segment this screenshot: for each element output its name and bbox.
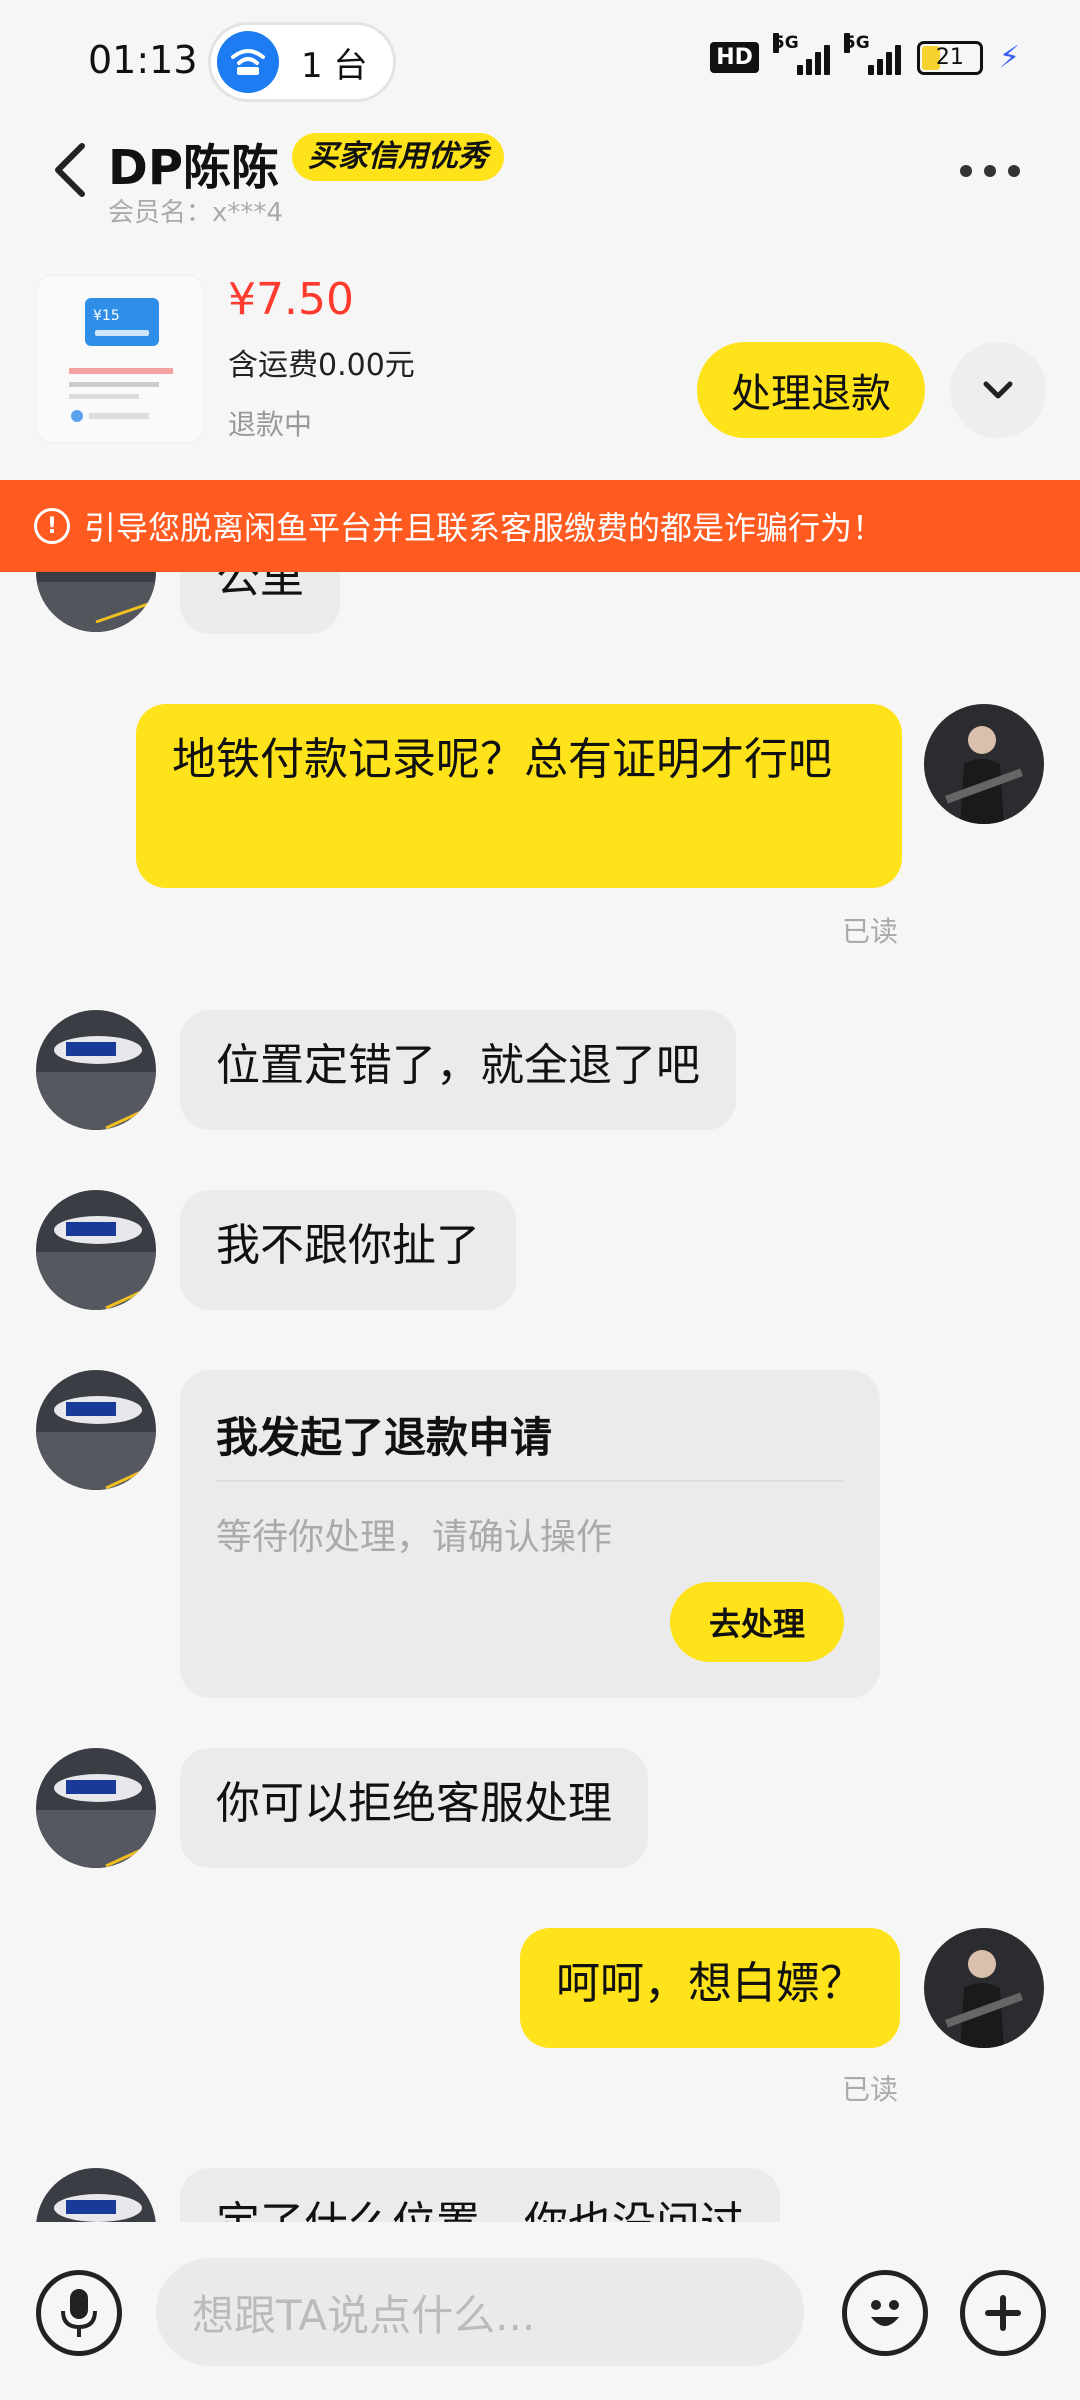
message-bubble[interactable]: 呵呵，想白嫖？: [520, 1928, 900, 2048]
fraud-warning-text: 引导您脱离闲鱼平台并且联系客服缴费的都是诈骗行为！: [84, 509, 885, 547]
hd-voice-icon: HD: [710, 42, 759, 73]
chat-list[interactable]: 公里 地铁付款记录呢？总有证明才行吧 已读 位置定错了，就全退了吧 我不跟你扯了…: [0, 572, 1080, 2222]
system-icons: HD 5G 5G 21 ⚡: [710, 32, 1020, 75]
more-options-button[interactable]: [960, 165, 1020, 177]
wifi-device-count: 1 台: [301, 45, 368, 86]
more-actions-button[interactable]: [960, 2270, 1046, 2356]
refund-status: 退款中: [228, 408, 313, 441]
contact-avatar[interactable]: [36, 1370, 156, 1490]
member-name: 会员名：x***4: [108, 198, 283, 228]
status-bar: 01:13 1 台 HD 5G 5G 21 ⚡: [0, 0, 1080, 125]
my-avatar[interactable]: [924, 1928, 1044, 2048]
signal-icon-1: 5G: [772, 32, 830, 75]
my-avatar[interactable]: [924, 704, 1044, 824]
message-text: 呵呵，想白嫖？: [556, 1958, 864, 2009]
process-refund-button[interactable]: 去处理: [670, 1582, 844, 1662]
battery-icon: 21: [916, 40, 983, 75]
plus-icon: [985, 2295, 1021, 2331]
credit-badge[interactable]: 买家信用优秀: [292, 133, 504, 181]
read-status: 已读: [842, 915, 899, 948]
message-input[interactable]: 想跟TA说点什么...: [156, 2258, 804, 2366]
message-text: 公里: [216, 572, 304, 603]
contact-avatar[interactable]: [36, 572, 156, 632]
message-bubble[interactable]: 位置定错了，就全退了吧: [180, 1010, 736, 1130]
message-bubble[interactable]: 我不跟你扯了: [180, 1190, 516, 1310]
message-bubble[interactable]: 你可以拒绝客服处理: [180, 1748, 648, 1868]
chevron-down-icon: [983, 381, 1013, 399]
wifi-icon: [217, 31, 279, 93]
svg-text:¥15: ¥15: [93, 308, 120, 324]
refund-card-title: 我发起了退款申请: [216, 1413, 553, 1462]
read-status: 已读: [842, 2073, 899, 2106]
status-time: 01:13: [88, 38, 198, 82]
alert-icon: !: [34, 508, 70, 544]
message-text: 位置定错了，就全退了吧: [216, 1040, 700, 1091]
divider: [216, 1480, 844, 1482]
message-text: 我不跟你扯了: [216, 1220, 480, 1271]
message-bubble[interactable]: 定了什么位置，你也没问过: [180, 2168, 780, 2222]
shipping-fee: 含运费0.00元: [228, 348, 415, 383]
refund-request-card[interactable]: 我发起了退款申请 等待你处理，请确认操作 去处理: [180, 1370, 880, 1698]
emoji-icon: [871, 2300, 899, 2326]
back-button[interactable]: [50, 140, 90, 200]
expand-button[interactable]: [950, 342, 1046, 438]
handle-refund-button[interactable]: 处理退款: [697, 342, 925, 438]
contact-avatar[interactable]: [36, 1748, 156, 1868]
contact-avatar[interactable]: [36, 2168, 156, 2222]
contact-name[interactable]: DP陈陈: [108, 128, 279, 198]
refund-card-subtitle: 等待你处理，请确认操作: [216, 1517, 613, 1558]
message-text: 你可以拒绝客服处理: [216, 1778, 612, 1829]
message-bubble[interactable]: 地铁付款记录呢？总有证明才行吧: [136, 704, 902, 888]
fraud-warning-banner: ! 引导您脱离闲鱼平台并且联系客服缴费的都是诈骗行为！: [0, 480, 1080, 572]
emoji-button[interactable]: [842, 2270, 928, 2356]
message-bubble[interactable]: 公里: [180, 572, 340, 634]
chevron-left-icon: [55, 143, 85, 197]
microphone-icon: [61, 2289, 97, 2337]
message-text: 地铁付款记录呢？总有证明才行吧: [172, 734, 832, 785]
product-price: ¥7.50: [228, 274, 354, 325]
wifi-device-pill[interactable]: 1 台: [208, 22, 396, 102]
message-text: 定了什么位置，你也没问过: [216, 2198, 744, 2222]
voice-input-button[interactable]: [36, 2270, 122, 2356]
contact-avatar[interactable]: [36, 1190, 156, 1310]
contact-avatar[interactable]: [36, 1010, 156, 1130]
signal-icon-2: 5G: [843, 32, 901, 75]
product-thumbnail[interactable]: ¥15: [36, 275, 204, 443]
charging-icon: ⚡: [998, 40, 1020, 75]
